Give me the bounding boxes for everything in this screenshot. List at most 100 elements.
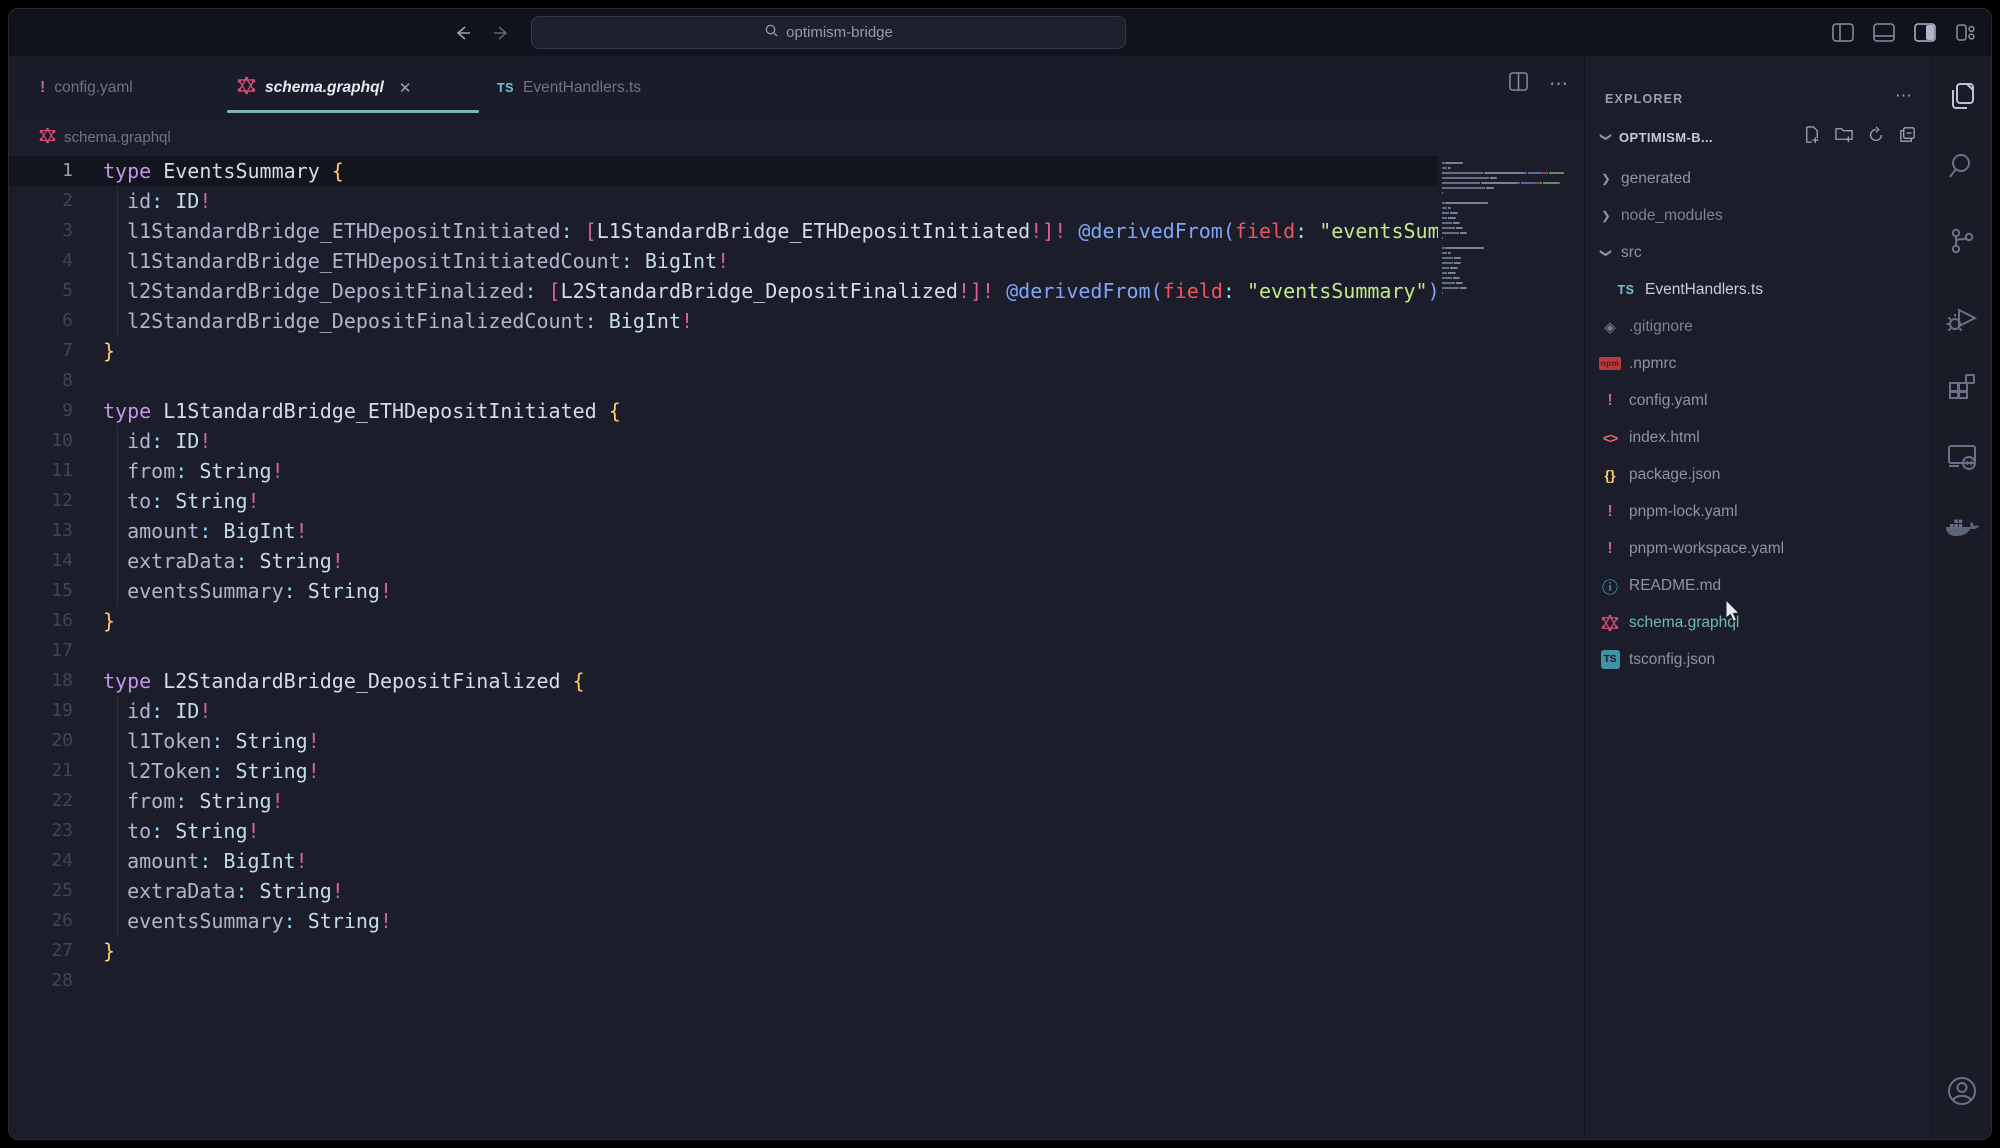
chevron-down-icon: ❯: [1599, 246, 1613, 259]
line-text: }: [103, 936, 1584, 966]
code-line-16[interactable]: 16}: [9, 606, 1584, 636]
docker-icon[interactable]: [1940, 507, 1984, 551]
layout-panel-icon[interactable]: [1872, 21, 1895, 44]
new-file-icon[interactable]: [1802, 125, 1821, 149]
code-editor[interactable]: 1type EventsSummary {2 id: ID!3 l1Standa…: [9, 156, 1584, 1139]
code-line-28[interactable]: 28: [9, 966, 1584, 996]
tab-config-yaml[interactable]: ! config.yaml: [26, 56, 223, 119]
line-text: l2Token: String!: [103, 756, 1584, 786]
line-number: 13: [9, 516, 103, 546]
refresh-icon[interactable]: [1867, 126, 1885, 149]
line-number: 1: [9, 156, 103, 186]
code-line-25[interactable]: 25 extraData: String!: [9, 876, 1584, 906]
code-line-21[interactable]: 21 l2Token: String!: [9, 756, 1584, 786]
split-editor-icon[interactable]: [1508, 71, 1529, 97]
code-line-17[interactable]: 17: [9, 636, 1584, 666]
tree-item-schema-graphql[interactable]: schema.graphql: [1585, 604, 1931, 641]
extensions-icon[interactable]: [1940, 364, 1984, 408]
code-line-6[interactable]: 6 l2StandardBridge_DepositFinalizedCount…: [9, 306, 1584, 336]
code-line-13[interactable]: 13 amount: BigInt!: [9, 516, 1584, 546]
code-line-12[interactable]: 12 to: String!: [9, 486, 1584, 516]
layout-sidebar-left-icon[interactable]: [1831, 21, 1854, 44]
tree-item-config-yaml[interactable]: !config.yaml: [1585, 382, 1931, 419]
tree-item-generated[interactable]: ❯generated: [1585, 160, 1931, 197]
files-icon[interactable]: [1940, 74, 1984, 118]
tree-item-pnpm-workspace-yaml[interactable]: !pnpm-workspace.yaml: [1585, 530, 1931, 567]
line-text: extraData: String!: [103, 876, 1584, 906]
source-control-icon[interactable]: [1940, 219, 1984, 263]
tree-item-tsconfig-json[interactable]: TStsconfig.json: [1585, 641, 1931, 678]
line-text: id: ID!: [103, 696, 1584, 726]
code-line-4[interactable]: 4 l1StandardBridge_ETHDepositInitiatedCo…: [9, 246, 1584, 276]
code-line-24[interactable]: 24 amount: BigInt!: [9, 846, 1584, 876]
code-line-27[interactable]: 27}: [9, 936, 1584, 966]
code-line-11[interactable]: 11 from: String!: [9, 456, 1584, 486]
line-number: 2: [9, 186, 103, 216]
line-number: 3: [9, 216, 103, 246]
back-arrow-icon[interactable]: [449, 19, 477, 47]
tree-item--npmrc[interactable]: npm.npmrc: [1585, 345, 1931, 382]
line-text: l1StandardBridge_ETHDepositInitiated: [L…: [103, 216, 1584, 246]
collapse-all-icon[interactable]: [1898, 125, 1917, 149]
code-line-3[interactable]: 3 l1StandardBridge_ETHDepositInitiated: …: [9, 216, 1584, 246]
search-icon[interactable]: [1940, 144, 1984, 188]
line-text: eventsSummary: String!: [103, 906, 1584, 936]
new-folder-icon[interactable]: [1834, 125, 1854, 149]
explorer-more-icon[interactable]: ⋯: [1895, 86, 1913, 106]
forward-arrow-icon[interactable]: [487, 19, 515, 47]
debug-icon[interactable]: [1940, 296, 1984, 340]
code-line-1[interactable]: 1type EventsSummary {: [9, 156, 1584, 186]
tree-item-src[interactable]: ❯src: [1585, 234, 1931, 271]
close-icon[interactable]: ✕: [399, 79, 412, 97]
code-line-9[interactable]: 9type L1StandardBridge_ETHDepositInitiat…: [9, 396, 1584, 426]
code-line-23[interactable]: 23 to: String!: [9, 816, 1584, 846]
indent-guide: [117, 816, 118, 846]
indent-guide: [117, 456, 118, 486]
layout-customize-icon[interactable]: [1954, 21, 1977, 44]
vscode-window: optimism-bridge ! config.yaml: [8, 8, 1992, 1140]
tree-item-readme-md[interactable]: ⓘREADME.md: [1585, 567, 1931, 604]
line-number: 23: [9, 816, 103, 846]
code-line-22[interactable]: 22 from: String!: [9, 786, 1584, 816]
layout-sidebar-right-icon[interactable]: [1913, 21, 1936, 44]
screenshot-frame: optimism-bridge ! config.yaml: [0, 0, 2000, 1148]
line-text: l1Token: String!: [103, 726, 1584, 756]
command-center-search[interactable]: optimism-bridge: [531, 16, 1126, 49]
line-number: 6: [9, 306, 103, 336]
tree-item-pnpm-lock-yaml[interactable]: !pnpm-lock.yaml: [1585, 493, 1931, 530]
workspace-section[interactable]: ❯ OPTIMISM-B...: [1585, 114, 1931, 160]
line-text: [103, 366, 1584, 396]
account-icon[interactable]: [1940, 1069, 1984, 1113]
code-line-18[interactable]: 18type L2StandardBridge_DepositFinalized…: [9, 666, 1584, 696]
indent-guide: [117, 246, 118, 276]
code-line-2[interactable]: 2 id: ID!: [9, 186, 1584, 216]
tree-item-package-json[interactable]: {}package.json: [1585, 456, 1931, 493]
indent-guide: [117, 276, 118, 306]
tree-item-eventhandlers-ts[interactable]: TSEventHandlers.ts: [1585, 271, 1931, 308]
tree-item--gitignore[interactable]: ◈.gitignore: [1585, 308, 1931, 345]
line-number: 28: [9, 966, 103, 996]
line-number: 16: [9, 606, 103, 636]
code-line-10[interactable]: 10 id: ID!: [9, 426, 1584, 456]
breadcrumb[interactable]: schema.graphql: [9, 119, 1584, 156]
code-line-19[interactable]: 19 id: ID!: [9, 696, 1584, 726]
line-number: 9: [9, 396, 103, 426]
tree-item-index-html[interactable]: <>index.html: [1585, 419, 1931, 456]
code-line-7[interactable]: 7}: [9, 336, 1584, 366]
ts-icon: TS: [497, 81, 514, 95]
tab-schema-graphql[interactable]: schema.graphql ✕: [223, 56, 483, 119]
tree-item-node-modules[interactable]: ❯node_modules: [1585, 197, 1931, 234]
code-line-15[interactable]: 15 eventsSummary: String!: [9, 576, 1584, 606]
code-line-14[interactable]: 14 extraData: String!: [9, 546, 1584, 576]
code-line-5[interactable]: 5 l2StandardBridge_DepositFinalized: [L2…: [9, 276, 1584, 306]
remote-icon[interactable]: [1940, 434, 1984, 478]
tab-eventhandlers-ts[interactable]: TS EventHandlers.ts: [483, 56, 701, 119]
minimap[interactable]: [1438, 156, 1584, 486]
code-line-8[interactable]: 8: [9, 366, 1584, 396]
indent-guide: [117, 576, 118, 606]
readme-info-icon: ⓘ: [1599, 574, 1621, 598]
code-line-26[interactable]: 26 eventsSummary: String!: [9, 906, 1584, 936]
code-line-20[interactable]: 20 l1Token: String!: [9, 726, 1584, 756]
chevron-right-icon: ❯: [1600, 208, 1613, 222]
more-actions-icon[interactable]: ⋯: [1549, 73, 1568, 96]
